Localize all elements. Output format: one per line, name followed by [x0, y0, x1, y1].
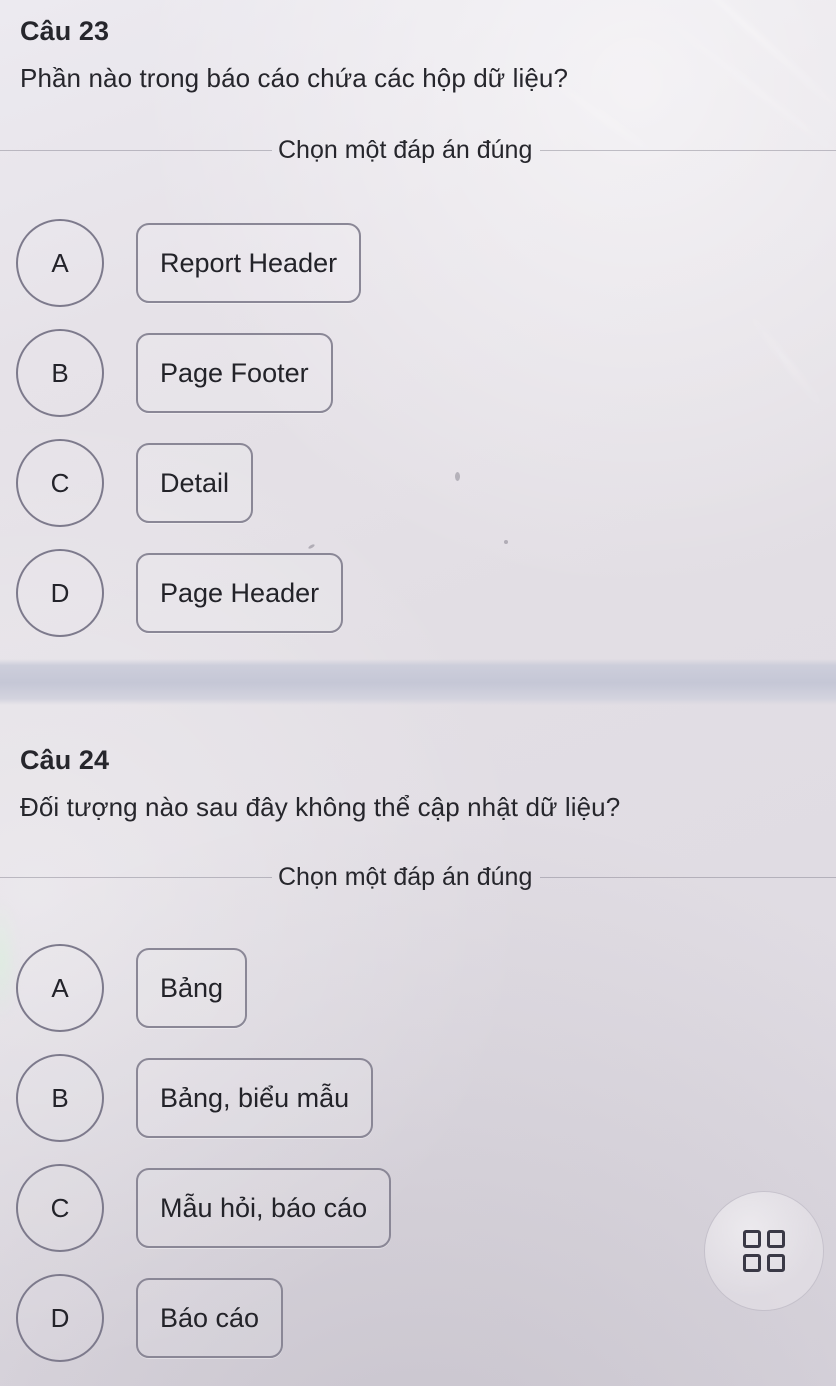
option-letter-d[interactable]: D	[16, 549, 104, 637]
divider-right	[540, 150, 836, 151]
option-button-d[interactable]: Báo cáo	[136, 1278, 284, 1358]
option-button-a[interactable]: Bảng	[136, 948, 248, 1028]
choose-one-answer-label: Chọn một đáp án đúng	[278, 863, 533, 891]
choose-one-answer-row: Chọn một đáp án đúng	[0, 136, 836, 165]
option-letter-c[interactable]: C	[16, 439, 104, 527]
option-row[interactable]: D Page Header	[0, 549, 836, 637]
question-prompt: Đối tượng nào sau đây không thể cập nhật…	[20, 792, 621, 822]
option-button-c[interactable]: Detail	[136, 443, 254, 523]
divider-left	[0, 877, 272, 878]
grid-cell	[743, 1230, 761, 1248]
grid-cell	[767, 1254, 785, 1272]
option-row[interactable]: A Report Header	[0, 219, 836, 307]
options-list: A Report Header B Page Footer C Detail D…	[0, 219, 836, 637]
divider-left	[0, 150, 272, 151]
option-row[interactable]: B Page Footer	[0, 329, 836, 417]
choose-one-answer-label: Chọn một đáp án đúng	[278, 136, 533, 164]
question-prompt: Phần nào trong báo cáo chứa các hộp dữ l…	[20, 63, 569, 93]
grid-cell	[743, 1254, 761, 1272]
option-letter-a[interactable]: A	[16, 219, 104, 307]
question-number: Câu 24	[20, 745, 110, 775]
option-row[interactable]: B Bảng, biểu mẫu	[0, 1054, 836, 1142]
option-row[interactable]: C Detail	[0, 439, 836, 527]
option-button-b[interactable]: Bảng, biểu mẫu	[136, 1058, 374, 1138]
grid-cell	[767, 1230, 785, 1248]
grid-2x2-icon	[743, 1230, 785, 1272]
options-list: A Bảng B Bảng, biểu mẫu C Mẫu hỏi, báo c…	[0, 944, 836, 1362]
option-letter-b[interactable]: B	[16, 1054, 104, 1142]
grid-view-button[interactable]	[705, 1192, 823, 1310]
option-letter-d[interactable]: D	[16, 1274, 104, 1362]
option-button-b[interactable]: Page Footer	[136, 333, 333, 413]
section-divider-band	[0, 659, 836, 705]
divider-right	[540, 877, 836, 878]
photographed-screen: Câu 23 Phần nào trong báo cáo chứa các h…	[0, 0, 836, 1386]
option-letter-a[interactable]: A	[16, 944, 104, 1032]
option-button-d[interactable]: Page Header	[136, 553, 344, 633]
option-button-c[interactable]: Mẫu hỏi, báo cáo	[136, 1168, 392, 1248]
question-number: Câu 23	[20, 16, 110, 46]
option-row[interactable]: D Báo cáo	[0, 1274, 836, 1362]
quiz-content: Câu 23 Phần nào trong báo cáo chứa các h…	[0, 0, 836, 1362]
option-letter-c[interactable]: C	[16, 1164, 104, 1252]
option-button-a[interactable]: Report Header	[136, 223, 362, 303]
option-row[interactable]: A Bảng	[0, 944, 836, 1032]
option-letter-b[interactable]: B	[16, 329, 104, 417]
choose-one-answer-row: Chọn một đáp án đúng	[0, 863, 836, 892]
question-block: Câu 23 Phần nào trong báo cáo chứa các h…	[0, 0, 836, 637]
